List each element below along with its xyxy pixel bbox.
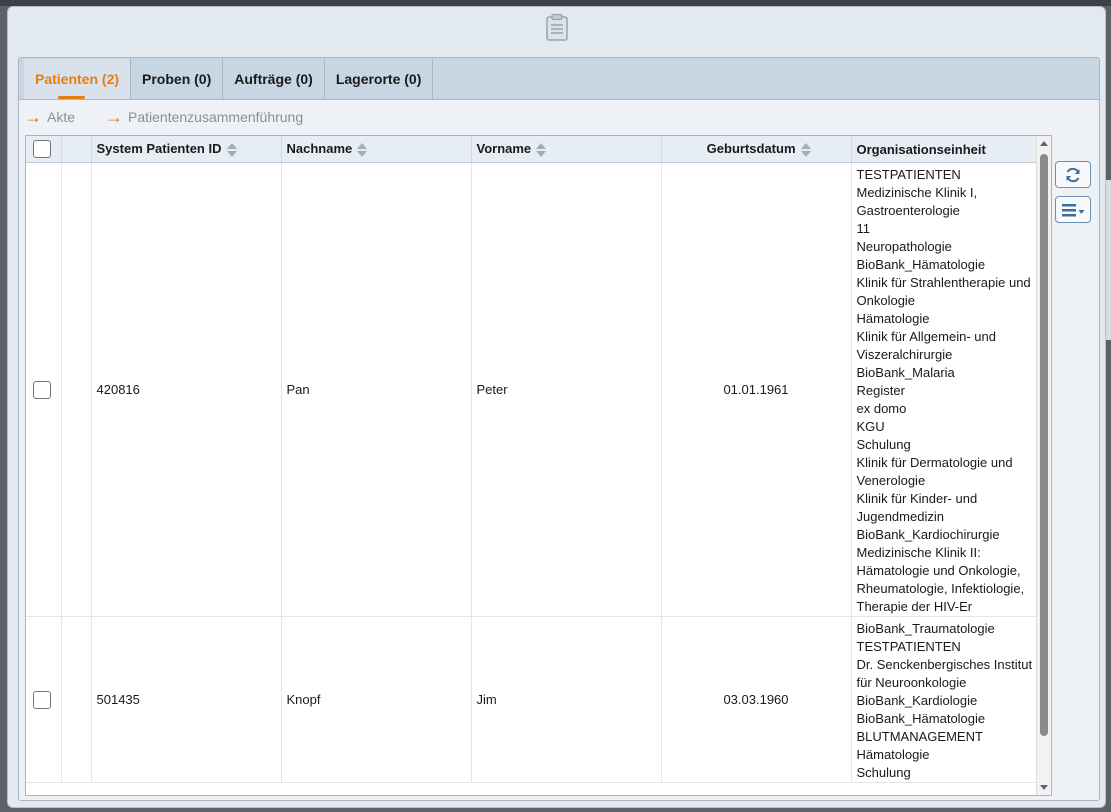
org-item: TESTPATIENTEN	[856, 167, 961, 182]
tab-panel: Patienten (2) Proben (0) Aufträge (0) La…	[18, 57, 1100, 801]
org-item: Medizinische Klinik II: Hämatologie und …	[856, 545, 1025, 614]
refresh-icon	[1066, 167, 1080, 182]
org-item: Schulung	[856, 765, 911, 780]
dialog-header	[8, 7, 1105, 47]
org-item: Medizinische Klinik I, Gastroenterologie	[856, 185, 978, 218]
column-header-system-id[interactable]: System Patienten ID	[91, 136, 282, 163]
patient-merge-label: Patientenzusammenführung	[128, 108, 304, 125]
org-item: 11	[856, 221, 871, 236]
column-header-nachname[interactable]: Nachname	[281, 136, 472, 163]
patient-merge-button[interactable]: → Patientenzusammenführung	[105, 108, 303, 126]
scroll-down-arrow-icon[interactable]	[1040, 785, 1048, 790]
arrow-right-icon: →	[105, 106, 124, 127]
akte-label: Akte	[47, 108, 76, 125]
org-item: BioBank_Kardiochirurgie	[856, 527, 1000, 542]
scroll-up-arrow-icon[interactable]	[1040, 141, 1048, 146]
org-item: Neuropathologie	[856, 239, 952, 254]
org-item: BioBank_Malaria	[856, 365, 955, 380]
org-item: BioBank_Hämatologie	[856, 711, 986, 726]
sort-icon[interactable]	[536, 142, 547, 157]
org-item: TESTPATIENTEN	[856, 639, 961, 654]
column-menu-button[interactable]	[1055, 196, 1091, 223]
org-item: Klinik für Allgemein- und Viszeralchirur…	[856, 329, 996, 362]
select-all-checkbox[interactable]	[33, 140, 51, 158]
org-item: Register	[856, 383, 905, 398]
org-item: Hämatologie	[856, 747, 930, 762]
sort-icon[interactable]	[357, 142, 368, 157]
column-header-organisationseinheit[interactable]: Organisationseinheit	[851, 136, 1042, 163]
arrow-right-icon: →	[24, 106, 42, 127]
org-item: KGU	[856, 419, 885, 434]
scrollbar-thumb[interactable]	[1040, 154, 1048, 736]
table-header-row: System Patienten ID Nachname Vorname Geb…	[26, 136, 1042, 163]
patients-table: System Patienten ID Nachname Vorname Geb…	[25, 135, 1052, 796]
cell-organisationseinheit: TESTPATIENTEN Medizinische Klinik I, Gas…	[851, 162, 1042, 617]
org-item: ex domo	[856, 401, 907, 416]
org-item: BioBank_Hämatologie	[856, 257, 986, 272]
cell-geburtsdatum: 01.01.1961	[661, 162, 852, 617]
select-all-cell	[26, 136, 62, 163]
org-item: Klinik für Kinder- und Jugendmedizin	[856, 491, 978, 524]
akte-button[interactable]: → Akte	[24, 108, 75, 126]
tab-lagerorte[interactable]: Lagerorte (0)	[325, 59, 434, 99]
tab-bar: Patienten (2) Proben (0) Aufträge (0) La…	[19, 58, 1099, 100]
org-item: Klinik für Dermatologie und Venerologie	[856, 455, 1013, 488]
cell-vorname: Jim	[471, 616, 662, 783]
tab-proben[interactable]: Proben (0)	[131, 59, 224, 99]
row-checkbox[interactable]	[33, 380, 51, 399]
sort-icon[interactable]	[226, 142, 237, 157]
column-header-vorname[interactable]: Vorname	[471, 136, 662, 163]
sort-icon[interactable]	[800, 142, 811, 157]
tab-patienten[interactable]: Patienten (2)	[24, 59, 132, 99]
table-row[interactable]: 501435 Knopf Jim 03.03.1960 BioBank_Trau…	[26, 616, 1042, 783]
cell-system-id: 420816	[91, 162, 282, 617]
cell-nachname: Knopf	[281, 616, 472, 783]
patient-dialog: Patienten (2) Proben (0) Aufträge (0) La…	[7, 6, 1106, 808]
org-item: BioBank_Kardiologie	[856, 693, 978, 708]
org-item: BLUTMANAGEMENT	[856, 729, 983, 744]
org-item: Hämatologie	[856, 311, 930, 326]
org-item: Schulung	[856, 437, 911, 452]
cell-nachname: Pan	[281, 162, 472, 617]
org-item: Klinik für Strahlentherapie und Onkologi…	[856, 275, 1031, 308]
tab-auftraege[interactable]: Aufträge (0)	[223, 59, 325, 99]
org-item: BioBank_Traumatologie	[856, 621, 995, 636]
row-checkbox[interactable]	[33, 690, 51, 709]
cell-organisationseinheit: BioBank_Traumatologie TESTPATIENTEN Dr. …	[851, 616, 1042, 783]
clipboard-icon	[545, 13, 568, 41]
list-menu-icon	[1062, 203, 1085, 216]
cell-geburtsdatum: 03.03.1960	[661, 616, 852, 783]
org-item: Dr. Senckenbergisches Institut für Neuro…	[856, 657, 1033, 690]
refresh-button[interactable]	[1055, 161, 1091, 188]
column-header-geburtsdatum[interactable]: Geburtsdatum	[661, 136, 852, 163]
cell-vorname: Peter	[471, 162, 662, 617]
vertical-scrollbar[interactable]	[1036, 136, 1051, 795]
cell-system-id: 501435	[91, 616, 282, 783]
expand-column-header	[61, 136, 92, 163]
table-row[interactable]: 420816 Pan Peter 01.01.1961 TESTPATIENTE…	[26, 162, 1042, 617]
action-bar: → Akte → Patientenzusammenführung	[19, 100, 1099, 133]
